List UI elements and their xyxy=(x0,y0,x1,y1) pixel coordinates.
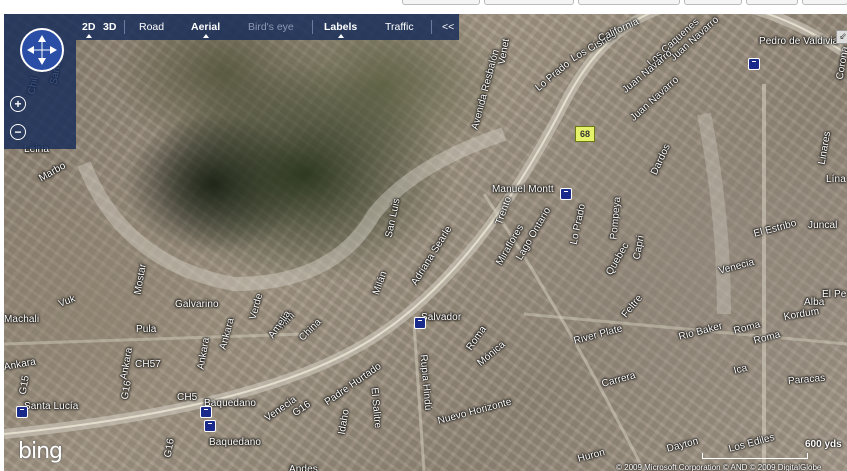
street-label: Galvarino xyxy=(175,299,219,310)
map-toolbar: 2D 3D Road Aerial Bird's eye Labels Traf… xyxy=(76,14,459,40)
strip-tab[interactable] xyxy=(402,0,480,5)
road-view-button[interactable]: Road xyxy=(139,21,164,33)
labels-toggle-button[interactable]: Labels xyxy=(324,21,357,38)
street-label: Pula xyxy=(136,324,157,335)
top-strip xyxy=(0,0,847,14)
toolbar-divider xyxy=(431,20,432,34)
zoom-in-button[interactable]: + xyxy=(10,96,26,112)
attribution-text: © 2009 Microsoft Corporation © AND © 200… xyxy=(616,463,822,471)
metro-station-icon[interactable] xyxy=(204,420,216,432)
street-label: CH5 xyxy=(177,392,198,403)
street-label: CH57 xyxy=(135,359,161,370)
street-road xyxy=(4,332,305,346)
street-label: Baquedano xyxy=(209,437,262,448)
highway-badge: 68 xyxy=(575,126,595,142)
street-label: El Pe xyxy=(822,289,847,300)
view-2d-button[interactable]: 2D xyxy=(82,21,95,38)
strip-tab[interactable] xyxy=(578,0,680,5)
aerial-map[interactable]: Avenida Resbalón Lo Prado Los Cisnes Califo… xyxy=(4,14,847,471)
toolbar-divider xyxy=(312,20,313,34)
zoom-out-button[interactable]: − xyxy=(10,124,26,140)
collapse-arrow-icon[interactable]: ⇙ xyxy=(836,30,847,44)
strip-tab[interactable] xyxy=(802,0,847,5)
road-watermark xyxy=(697,112,731,315)
traffic-button[interactable]: Traffic xyxy=(385,21,414,33)
street-label: Santa Lucía xyxy=(24,401,79,412)
street-label: Lína xyxy=(826,174,846,185)
street-label: Andes xyxy=(289,464,318,471)
toolbar-divider xyxy=(124,20,125,34)
street-label: Juncal xyxy=(808,220,838,231)
strip-tab[interactable] xyxy=(684,0,742,5)
birds-eye-button[interactable]: Bird's eye xyxy=(248,21,294,33)
scale-label: 600 yds xyxy=(805,439,842,450)
navigation-panel: + − xyxy=(4,14,76,149)
scale-bar xyxy=(702,453,808,459)
metro-station-icon[interactable] xyxy=(560,188,572,200)
view-3d-button[interactable]: 3D xyxy=(103,21,116,33)
street-label: Machali xyxy=(4,314,40,325)
metro-station-icon[interactable] xyxy=(414,317,426,329)
ring-road-watermark xyxy=(77,127,507,292)
metro-station-icon[interactable] xyxy=(748,58,760,70)
pan-compass-icon[interactable] xyxy=(20,28,64,72)
street-label: Pedro de Valdivia xyxy=(759,36,839,47)
strip-tab[interactable] xyxy=(484,0,574,5)
map-app: Avenida Resbalón Lo Prado Los Cisnes Califo… xyxy=(0,0,847,471)
collapse-toolbar-button[interactable]: << xyxy=(442,21,454,33)
street-label: Salvador xyxy=(421,312,462,323)
strip-tab[interactable] xyxy=(746,0,798,5)
metro-station-icon[interactable] xyxy=(200,406,212,418)
bing-logo: bing xyxy=(18,439,63,464)
street-label: Manuel Montt xyxy=(492,184,554,195)
aerial-view-button[interactable]: Aerial xyxy=(191,21,220,38)
metro-station-icon[interactable] xyxy=(16,406,28,418)
